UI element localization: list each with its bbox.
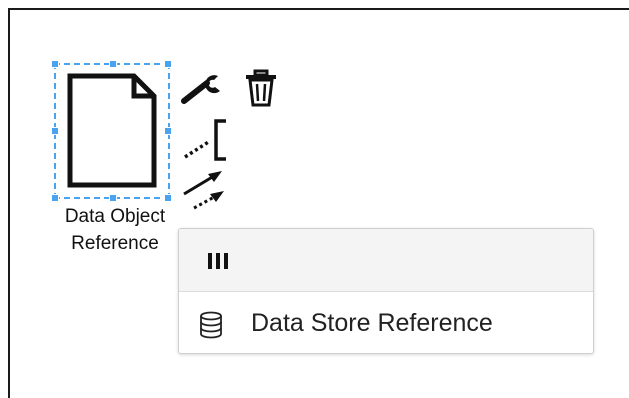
trash-icon[interactable]	[243, 68, 279, 108]
resize-handle[interactable]	[51, 127, 59, 135]
resize-handle[interactable]	[51, 60, 59, 68]
resize-handle[interactable]	[109, 60, 117, 68]
menu-item-label: Data Store Reference	[251, 309, 493, 337]
element-label-line: Reference	[71, 233, 159, 254]
replace-menu: Data Store Reference	[178, 228, 594, 354]
element-label-line: Data Object	[64, 206, 166, 227]
menu-header	[179, 229, 593, 292]
grip-bars-icon	[208, 253, 228, 269]
resize-handle[interactable]	[164, 60, 172, 68]
text-annotation-icon[interactable]	[182, 117, 230, 163]
resize-handle[interactable]	[164, 194, 172, 202]
element-label[interactable]: Data Object Reference	[40, 203, 190, 257]
resize-handle[interactable]	[164, 127, 172, 135]
data-object-shape[interactable]	[66, 72, 158, 190]
menu-item-data-store-reference[interactable]: Data Store Reference	[179, 292, 593, 353]
database-icon	[200, 311, 222, 339]
connect-arrow-icon[interactable]	[180, 168, 228, 214]
wrench-icon[interactable]	[180, 70, 226, 106]
resize-handle[interactable]	[51, 194, 59, 202]
resize-handle[interactable]	[109, 194, 117, 202]
